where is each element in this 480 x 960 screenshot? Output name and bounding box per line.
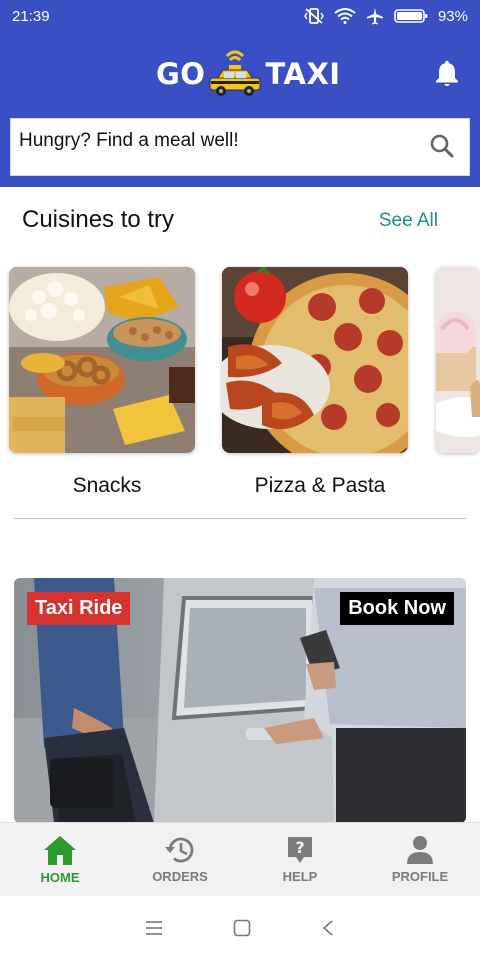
profile-icon	[407, 836, 433, 864]
app-logo: GO TAXI	[156, 44, 341, 104]
cuisine-card-snacks[interactable]	[9, 267, 195, 453]
logo-text-go: GO	[156, 57, 206, 91]
taxi-ride-banner[interactable]: Taxi Ride Book Now	[14, 578, 466, 823]
cuisines-title: Cuisines to try	[22, 206, 175, 233]
cupcakes-image	[436, 267, 480, 453]
nav-home-label: HOME	[40, 870, 80, 885]
pizza-pasta-image	[222, 267, 408, 453]
taxi-ride-badge: Taxi Ride	[27, 592, 131, 625]
home-square-icon[interactable]	[233, 919, 251, 937]
nav-home[interactable]: HOME	[0, 834, 120, 885]
section-divider	[14, 518, 466, 519]
see-all-link[interactable]: See All	[379, 210, 438, 232]
back-icon[interactable]	[321, 919, 335, 937]
nav-orders[interactable]: ORDERS	[120, 835, 240, 884]
search-icon[interactable]	[429, 133, 455, 159]
cuisine-card-pizza-pasta[interactable]	[222, 267, 408, 453]
menu-icon[interactable]	[145, 920, 163, 936]
cuisine-label-pizza-pasta: Pizza & Pasta	[254, 474, 386, 497]
bottom-nav: HOME ORDERS ? HELP PROFILE	[0, 822, 480, 896]
history-icon	[165, 837, 194, 863]
snacks-image	[9, 267, 195, 453]
cuisine-label-snacks: Snacks	[72, 474, 142, 497]
home-icon	[44, 836, 76, 865]
nav-orders-label: ORDERS	[152, 869, 208, 884]
airplane-icon	[366, 8, 383, 25]
logo-text-taxi: TAXI	[265, 57, 341, 91]
battery-icon	[394, 9, 428, 23]
help-icon: ?	[288, 837, 312, 863]
wifi-icon	[334, 8, 356, 24]
status-time: 21:39	[12, 7, 50, 25]
vibrate-off-icon	[304, 8, 324, 24]
bell-icon[interactable]	[434, 60, 460, 88]
app-header: GO TAXI	[0, 32, 480, 187]
search-input[interactable]	[19, 127, 419, 155]
nav-help[interactable]: ? HELP	[240, 835, 360, 884]
book-now-button[interactable]: Book Now	[340, 592, 454, 625]
nav-help-label: HELP	[282, 869, 318, 884]
nav-profile-label: PROFILE	[391, 869, 449, 884]
svg-text:?: ?	[295, 838, 304, 857]
status-icons: 93%	[304, 7, 468, 25]
nav-profile[interactable]: PROFILE	[360, 835, 480, 884]
status-bar: 21:39 93%	[0, 0, 480, 32]
system-nav-bar	[0, 896, 480, 960]
battery-percent: 93%	[437, 7, 468, 25]
cuisine-card-desserts[interactable]	[436, 267, 480, 453]
taxi-car-icon	[209, 50, 261, 96]
search-bar	[10, 118, 470, 176]
